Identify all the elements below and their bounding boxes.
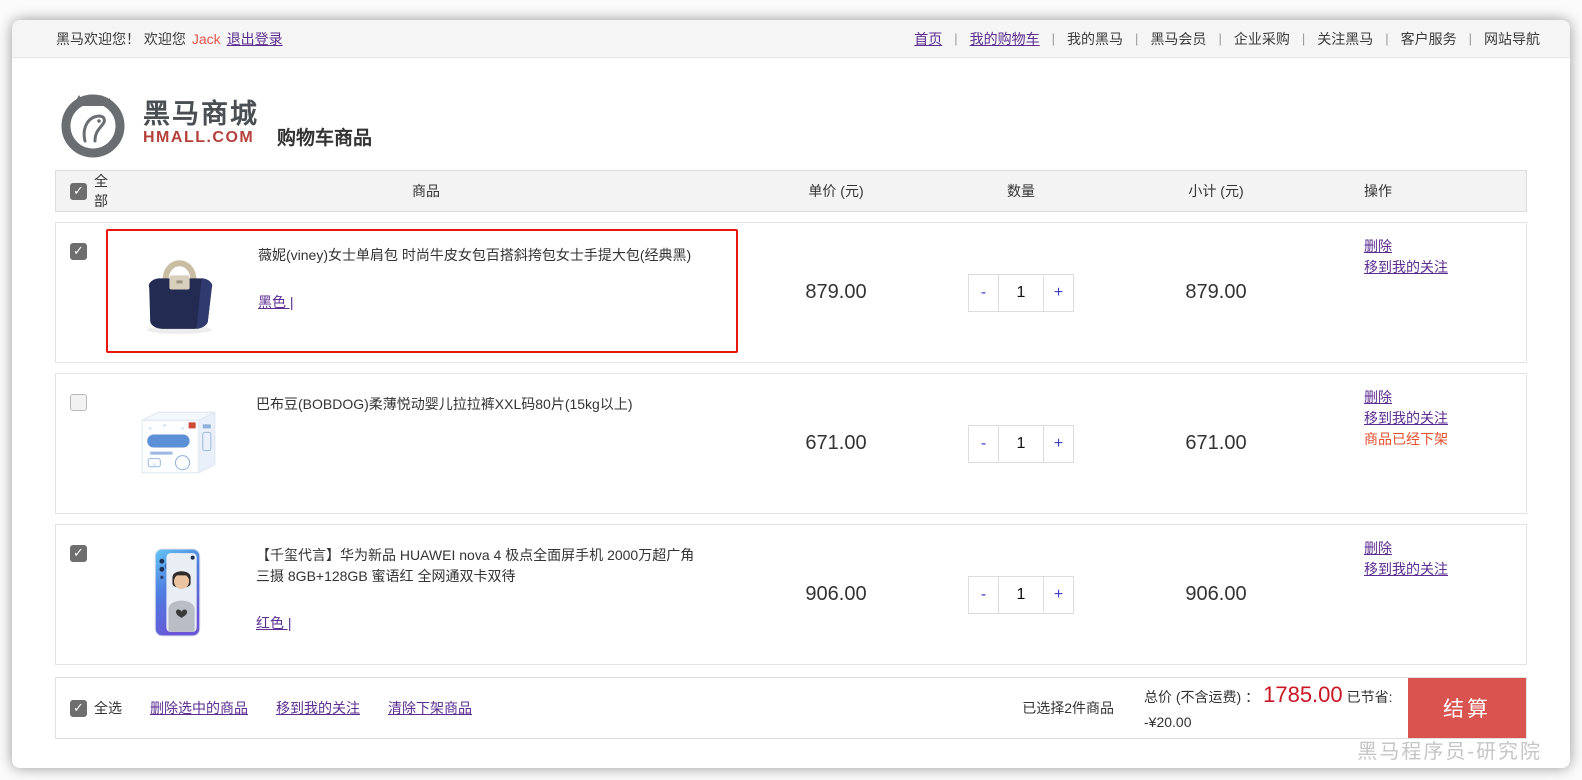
cart-footer-bar: 全选 删除选中的商品 移到我的关注 清除下架商品 已选择2件商品 总价 (不含运… xyxy=(55,677,1527,739)
header-quantity: 数量 xyxy=(1007,183,1035,199)
header-subtotal: 小计 (元) xyxy=(1188,183,1244,199)
nav-divider: | xyxy=(1468,31,1472,46)
header-actions: 操作 xyxy=(1364,183,1392,199)
total-value: 1785.00 xyxy=(1263,681,1343,707)
move-to-favorites-link[interactable]: 移到我的关注 xyxy=(1364,257,1448,278)
move-to-favorites-link[interactable]: 移到我的关注 xyxy=(1364,408,1448,429)
increase-quantity-button[interactable]: + xyxy=(1043,576,1073,613)
header-product: 商品 xyxy=(412,183,440,199)
row-checkbox[interactable] xyxy=(70,394,87,411)
unit-price: 906.00 xyxy=(805,583,867,605)
row-checkbox[interactable] xyxy=(70,545,87,562)
nav-service[interactable]: 客户服务 xyxy=(1401,29,1457,49)
quantity-value[interactable]: 1 xyxy=(999,426,1043,462)
product-variant-link[interactable]: 黑色 | xyxy=(258,292,294,312)
selected-count: 已选择2件商品 xyxy=(1022,700,1114,716)
brand-domain: HMALL.COM xyxy=(143,129,255,146)
nav-enterprise[interactable]: 企业采购 xyxy=(1234,29,1290,49)
unit-price: 671.00 xyxy=(805,432,867,454)
unit-price: 879.00 xyxy=(805,281,867,303)
nav-divider: | xyxy=(1051,31,1056,46)
quantity-value[interactable]: 1 xyxy=(999,577,1043,613)
move-selected-to-favorites-link[interactable]: 移到我的关注 xyxy=(276,698,360,718)
product-title: 巴布豆(BOBDOG)柔薄悦动婴儿拉拉裤XXL码80片(15kg以上) xyxy=(256,396,633,412)
select-all-checkbox[interactable] xyxy=(70,182,87,200)
select-all-footer-label: 全选 xyxy=(94,700,122,716)
delete-selected-link[interactable]: 删除选中的商品 xyxy=(150,698,248,718)
username-link[interactable]: Jack xyxy=(192,31,221,47)
page-title: 购物车商品 xyxy=(277,127,373,149)
checkout-button[interactable]: 结算 xyxy=(1408,678,1526,738)
product-title: 薇妮(viney)女士单肩包 时尚牛皮女包百搭斜挎包女士手提大包(经典黑) xyxy=(258,247,692,263)
decrease-quantity-button[interactable]: - xyxy=(969,274,999,311)
product-cell: 【千玺代言】华为新品 HUAWEI nova 4 极点全面屏手机 2000万超广… xyxy=(106,531,738,651)
hmall-logo-icon[interactable] xyxy=(55,85,131,161)
welcome-text: 黑马欢迎您！ 欢迎您 xyxy=(56,30,186,47)
nav-sitemap[interactable]: 网站导航 xyxy=(1484,29,1540,49)
product-cell-highlighted: 薇妮(viney)女士单肩包 时尚牛皮女包百搭斜挎包女士手提大包(经典黑) 黑色… xyxy=(106,229,738,353)
quantity-value[interactable]: 1 xyxy=(999,275,1043,311)
clear-off-shelf-link[interactable]: 清除下架商品 xyxy=(388,698,472,718)
brand-name: 黑马商城 xyxy=(143,99,259,129)
select-all-checkbox-footer[interactable] xyxy=(70,699,87,717)
header-select-all: 全部 xyxy=(56,171,108,211)
nav-divider: | xyxy=(954,31,958,46)
cart-card: 黑马欢迎您！ 欢迎您 Jack 退出登录 首页 | 我的购物车 | 我的黑马 | 黑马… xyxy=(12,20,1570,768)
decrease-quantity-button[interactable]: - xyxy=(969,576,999,613)
brand-row: 黑马商城 HMALL.COM 购物车商品 xyxy=(55,58,1527,170)
nav-follow[interactable]: 关注黑马 xyxy=(1317,29,1373,49)
brand-text: 黑马商城 HMALL.COM xyxy=(143,99,259,147)
quantity-stepper: - 1 + xyxy=(968,273,1074,312)
table-row: 薇妮(viney)女士单肩包 时尚牛皮女包百搭斜挎包女士手提大包(经典黑) 黑色… xyxy=(55,222,1527,363)
product-title: 【千玺代言】华为新品 HUAWEI nova 4 极点全面屏手机 2000万超广… xyxy=(256,547,695,584)
product-image-diaper-box xyxy=(124,388,230,494)
top-nav: 首页 | 我的购物车 | 我的黑马 | 黑马会员 | 企业采购 | 关注黑马 | 客户服务 |… xyxy=(914,29,1540,49)
move-to-favorites-link[interactable]: 移到我的关注 xyxy=(1364,559,1448,580)
main-content: 黑马商城 HMALL.COM 购物车商品 全部 商品 单价 (元) 数量 小计 … xyxy=(12,58,1570,739)
nav-divider: | xyxy=(1385,31,1389,46)
table-row: 巴布豆(BOBDOG)柔薄悦动婴儿拉拉裤XXL码80片(15kg以上) 671.… xyxy=(55,373,1527,514)
delete-link[interactable]: 删除 xyxy=(1364,538,1392,559)
nav-divider: | xyxy=(1218,31,1222,46)
off-shelf-status: 商品已经下架 xyxy=(1364,431,1448,447)
logout-link[interactable]: 退出登录 xyxy=(227,29,283,49)
nav-my-heima[interactable]: 我的黑马 xyxy=(1067,29,1123,49)
product-variant-link[interactable]: 红色 | xyxy=(256,613,292,633)
increase-quantity-button[interactable]: + xyxy=(1043,425,1073,462)
subtotal: 879.00 xyxy=(1185,281,1247,303)
quantity-stepper: - 1 + xyxy=(968,575,1074,614)
delete-link[interactable]: 删除 xyxy=(1364,236,1392,257)
table-header: 全部 商品 单价 (元) 数量 小计 (元) 操作 xyxy=(55,170,1527,212)
page: 黑马欢迎您！ 欢迎您 Jack 退出登录 首页 | 我的购物车 | 我的黑马 | 黑马… xyxy=(0,0,1582,780)
row-checkbox[interactable] xyxy=(70,243,87,260)
increase-quantity-button[interactable]: + xyxy=(1043,274,1073,311)
watermark-text: 黑马程序员-研究院 xyxy=(1357,741,1542,763)
delete-link[interactable]: 删除 xyxy=(1364,387,1392,408)
nav-divider: | xyxy=(1135,31,1139,46)
table-row: 【千玺代言】华为新品 HUAWEI nova 4 极点全面屏手机 2000万超广… xyxy=(55,524,1527,665)
product-cell: 巴布豆(BOBDOG)柔薄悦动婴儿拉拉裤XXL码80片(15kg以上) xyxy=(106,380,738,500)
totals-summary: 总价 (不含运费) ： 1785.00 已节省: -¥20.00 xyxy=(1144,682,1398,735)
nav-my-cart[interactable]: 我的购物车 xyxy=(970,29,1040,49)
quantity-stepper: - 1 + xyxy=(968,424,1074,463)
subtotal: 671.00 xyxy=(1185,432,1247,454)
decrease-quantity-button[interactable]: - xyxy=(969,425,999,462)
nav-member[interactable]: 黑马会员 xyxy=(1150,29,1206,49)
nav-divider: | xyxy=(1301,31,1306,46)
product-image-handbag xyxy=(126,239,232,345)
header-unit-price: 单价 (元) xyxy=(808,183,864,199)
top-bar: 黑马欢迎您！ 欢迎您 Jack 退出登录 首页 | 我的购物车 | 我的黑马 | 黑马… xyxy=(12,20,1570,58)
product-image-phone xyxy=(124,539,230,645)
subtotal: 906.00 xyxy=(1185,583,1247,605)
welcome-message: 黑马欢迎您！ 欢迎您 Jack 退出登录 xyxy=(56,29,283,49)
nav-home[interactable]: 首页 xyxy=(914,29,942,49)
total-label: 总价 (不含运费) ： xyxy=(1144,688,1260,705)
